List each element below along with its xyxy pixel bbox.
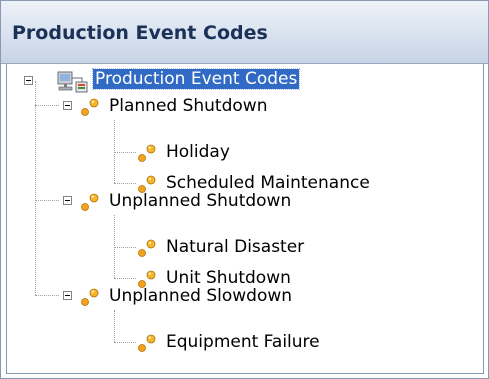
collapse-toggle-unplanned-slowdown[interactable] xyxy=(63,291,72,300)
event-codes-tree[interactable]: Production Event Codes Planned Shutdown … xyxy=(6,64,484,374)
tree-connector xyxy=(114,247,136,248)
tree-connector xyxy=(114,310,115,342)
panel-header: Production Event Codes xyxy=(0,0,489,64)
tree-node-label: Production Event Codes xyxy=(91,68,301,90)
tree-node-label: Equipment Failure xyxy=(166,332,320,352)
tree-node-label: Unplanned Shutdown xyxy=(109,191,292,211)
collapse-toggle-root[interactable] xyxy=(24,76,33,85)
event-code-icon xyxy=(136,237,158,264)
collapse-toggle-unplanned-shutdown[interactable] xyxy=(63,196,72,205)
tree-node-label: Holiday xyxy=(166,142,230,162)
tree-node-label: Unit Shutdown xyxy=(166,268,291,288)
tree-connector xyxy=(114,183,136,184)
tree-node-label: Natural Disaster xyxy=(166,237,305,257)
tree-node-label: Planned Shutdown xyxy=(109,96,268,116)
tree-connector xyxy=(35,200,59,201)
production-event-codes-panel: Production Event Codes Production Event … xyxy=(0,0,489,379)
tree-connector xyxy=(114,342,136,343)
event-code-icon xyxy=(136,332,158,359)
collapse-toggle-planned-shutdown[interactable] xyxy=(63,101,72,110)
event-code-icon xyxy=(136,142,158,169)
tree-connector xyxy=(35,105,59,106)
event-code-icon xyxy=(79,96,101,123)
tree-connector xyxy=(35,200,36,295)
event-code-icon xyxy=(79,286,101,313)
event-code-icon xyxy=(79,191,101,218)
panel-title: Production Event Codes xyxy=(12,22,268,44)
tree-connector xyxy=(114,278,136,279)
tree-node-label: Unplanned Slowdown xyxy=(109,286,293,306)
tree-connector xyxy=(35,295,59,296)
tree-node-label: Scheduled Maintenance xyxy=(166,173,370,193)
tree-connector xyxy=(114,152,136,153)
